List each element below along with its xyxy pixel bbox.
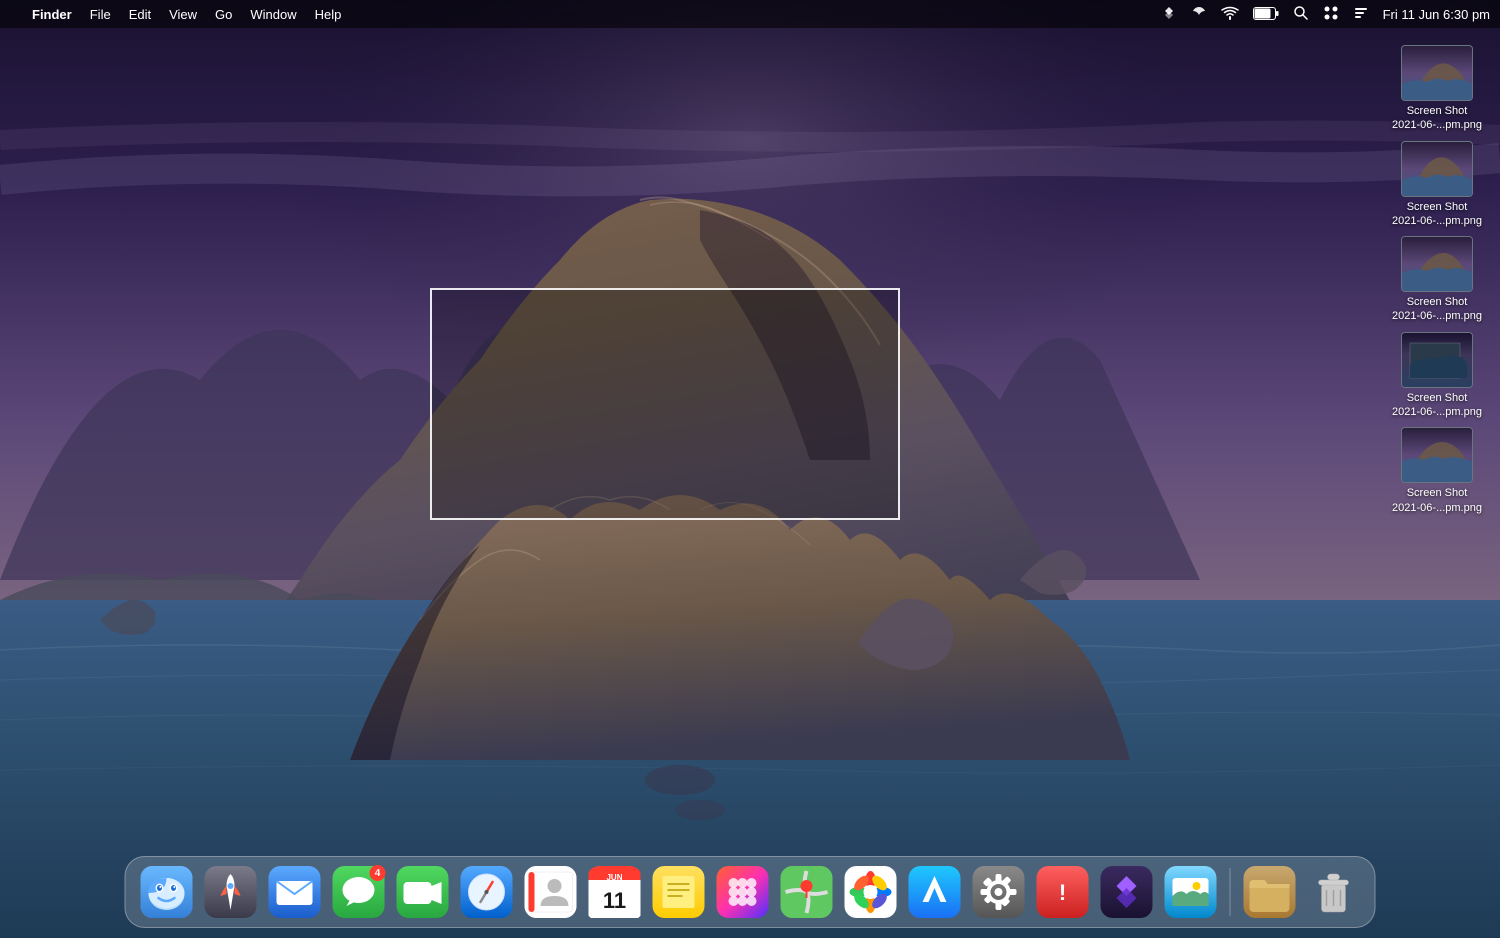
screenshot-selection-overlay — [430, 288, 900, 520]
dock-maps[interactable] — [778, 863, 836, 921]
menubar-time: Fri 11 Jun 6:30 pm — [1383, 7, 1490, 22]
control-center-icon[interactable] — [1323, 5, 1339, 23]
battery-icon[interactable] — [1253, 7, 1279, 22]
menubar-app-name[interactable]: Finder — [32, 7, 72, 22]
desktop-icon-label-4: Screen Shot2021-06-...pm.png — [1392, 391, 1482, 420]
menubar-right: Fri 11 Jun 6:30 pm — [1161, 5, 1490, 23]
mimestream-menubar-icon[interactable] — [1161, 5, 1177, 23]
desktop-icon-thumb-5 — [1401, 427, 1473, 483]
svg-text:JUN: JUN — [606, 873, 622, 882]
desktop-icon-label-1: Screen Shot2021-06-...pm.png — [1392, 104, 1482, 133]
menubar-help[interactable]: Help — [315, 7, 342, 22]
dock-photos[interactable] — [842, 863, 900, 921]
dock-messages[interactable]: 4 — [330, 863, 388, 921]
svg-text:!: ! — [1059, 880, 1066, 905]
dock-trash[interactable] — [1305, 863, 1363, 921]
desktop-icon-thumb-1 — [1401, 45, 1473, 101]
dock-divider — [1230, 868, 1231, 916]
desktop-icons: Screen Shot2021-06-...pm.png Screen Shot… — [1392, 45, 1482, 515]
dock-finder[interactable] — [138, 863, 196, 921]
dock-files[interactable] — [1241, 863, 1299, 921]
desktop-icon-thumb-3 — [1401, 236, 1473, 292]
dock-contacts[interactable] — [522, 863, 580, 921]
menubar: Finder File Edit View Go Window Help — [0, 0, 1500, 28]
wifi-icon[interactable] — [1221, 6, 1239, 22]
desktop-icon-2[interactable]: Screen Shot2021-06-...pm.png — [1392, 141, 1482, 229]
desktop-icon-5[interactable]: Screen Shot2021-06-...pm.png — [1392, 427, 1482, 515]
desktop-icon-label-2: Screen Shot2021-06-...pm.png — [1392, 200, 1482, 229]
search-icon[interactable] — [1293, 5, 1309, 23]
desktop-icon-label-5: Screen Shot2021-06-...pm.png — [1392, 486, 1482, 515]
menubar-edit[interactable]: Edit — [129, 7, 151, 22]
focus-menubar-icon[interactable] — [1191, 5, 1207, 23]
desktop-icon-thumb-2 — [1401, 141, 1473, 197]
desktop-icon-4[interactable]: Screen Shot2021-06-...pm.png — [1392, 332, 1482, 420]
notification-center-icon[interactable] — [1353, 5, 1369, 23]
dock-system-prefs[interactable] — [970, 863, 1028, 921]
dock-appstore[interactable] — [906, 863, 964, 921]
dock-safari[interactable] — [458, 863, 516, 921]
messages-badge: 4 — [370, 865, 386, 881]
dock-pockity[interactable]: ! — [1034, 863, 1092, 921]
dock: 4 — [125, 856, 1376, 928]
desktop-icon-1[interactable]: Screen Shot2021-06-...pm.png — [1392, 45, 1482, 133]
desktop-icon-thumb-4 — [1401, 332, 1473, 388]
menubar-view[interactable]: View — [169, 7, 197, 22]
dock-emoji[interactable] — [714, 863, 772, 921]
menubar-file[interactable]: File — [90, 7, 111, 22]
dock-stickies[interactable] — [650, 863, 708, 921]
desktop-icon-3[interactable]: Screen Shot2021-06-...pm.png — [1392, 236, 1482, 324]
svg-text:11: 11 — [603, 888, 626, 913]
desktop-icon-label-3: Screen Shot2021-06-...pm.png — [1392, 295, 1482, 324]
dock-image-capture[interactable] — [1162, 863, 1220, 921]
menubar-go[interactable]: Go — [215, 7, 232, 22]
menubar-left: Finder File Edit View Go Window Help — [10, 7, 341, 22]
menubar-window[interactable]: Window — [250, 7, 296, 22]
dock-calendar[interactable]: 11 JUN — [586, 863, 644, 921]
dock-mimestream[interactable] — [1098, 863, 1156, 921]
dock-mail[interactable] — [266, 863, 324, 921]
dock-launchpad[interactable] — [202, 863, 260, 921]
dock-facetime[interactable] — [394, 863, 452, 921]
